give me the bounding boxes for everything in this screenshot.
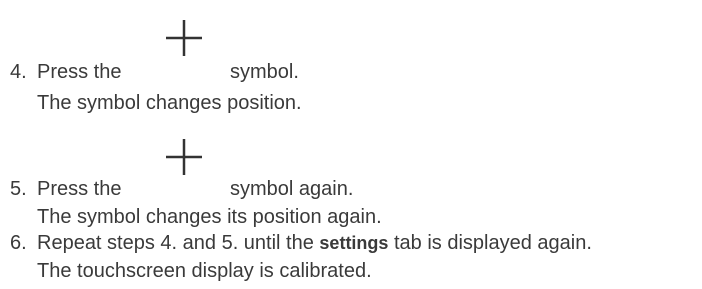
plus-icon <box>164 18 204 58</box>
step-result: The symbol changes its position again. <box>37 206 382 228</box>
step-text-before-icon: Press the <box>37 178 122 200</box>
step-text-before: Repeat steps 4. and 5. until the <box>37 232 314 254</box>
settings-tab-label: settings <box>319 233 389 253</box>
step-text-after-icon: symbol. <box>230 61 299 83</box>
step-number: 5. <box>10 178 27 200</box>
step-number: 6. <box>10 232 27 254</box>
step-result: The touchscreen display is calibrated. <box>37 260 372 282</box>
plus-icon <box>164 137 204 177</box>
step-number: 4. <box>10 61 27 83</box>
step-text-before-icon: Press the <box>37 61 122 83</box>
step-text-after: tab is displayed again. <box>394 232 592 254</box>
step-result: The symbol changes position. <box>37 92 302 114</box>
step-instruction: Repeat steps 4. and 5. until the setting… <box>37 231 592 255</box>
step-text-after-icon: symbol again. <box>230 178 354 200</box>
